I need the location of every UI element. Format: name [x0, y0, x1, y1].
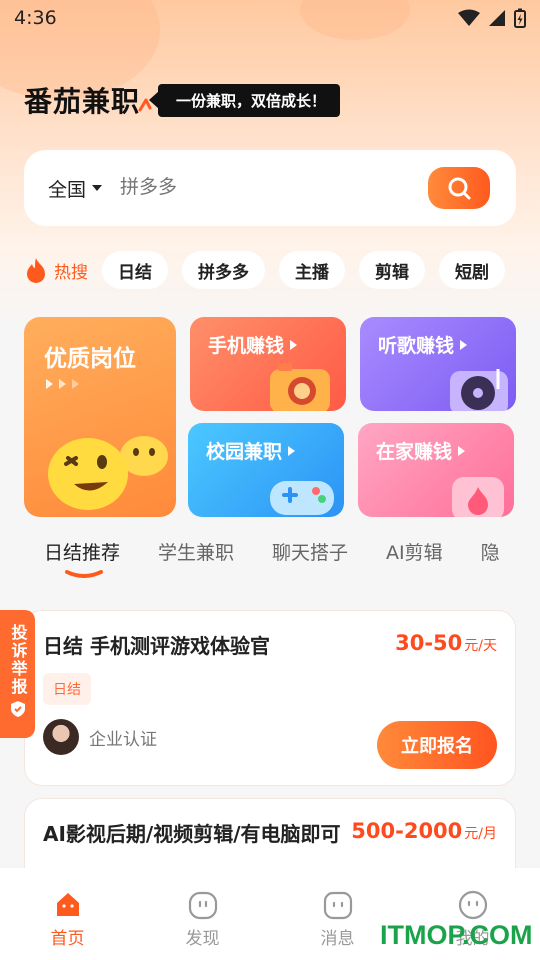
hot-tag[interactable]: 拼多多 — [182, 251, 265, 289]
hot-tag[interactable]: 日结 — [102, 251, 168, 289]
play-icon — [288, 445, 296, 456]
hot-search-row: 热搜 日结 拼多多 主播 剪辑 短剧 — [24, 250, 540, 290]
category-label: 在家赚钱 — [376, 441, 453, 463]
profile-icon — [458, 890, 487, 920]
message-icon — [323, 891, 352, 920]
smiley-emoji-icon — [48, 436, 168, 510]
nav-home[interactable]: 首页 — [0, 868, 135, 960]
company-verified-label: 企业认证 — [89, 729, 157, 750]
status-bar: 4:36 — [0, 0, 540, 36]
battery-icon — [514, 8, 526, 28]
category-card-campus[interactable]: 校园兼职 — [188, 423, 344, 517]
category-label: 听歌赚钱 — [378, 335, 455, 357]
slogan-badge: 一份兼职，双倍成长！ — [149, 83, 341, 117]
play-icon — [460, 339, 468, 350]
play-icon — [458, 445, 466, 456]
tab-hidden[interactable]: 隐 — [481, 538, 500, 578]
report-label: 投诉举报 — [8, 624, 28, 696]
gamepad-icon — [270, 481, 334, 515]
record-player-icon — [450, 369, 508, 411]
apply-button[interactable]: 立即报名 — [377, 721, 497, 769]
app-logo: 番茄兼职 — [24, 85, 141, 118]
job-salary: 500-2000 元/月 — [351, 819, 497, 843]
category-card-music[interactable]: 听歌赚钱 — [360, 317, 516, 411]
wifi-icon — [458, 9, 480, 26]
active-tab-indicator — [65, 570, 103, 578]
tab-ai-edit[interactable]: AI剪辑 — [386, 538, 443, 578]
job-card[interactable]: 日结 手机测评游戏体验官 30-50 元/天 日结 企业认证 立即报名 — [24, 610, 516, 786]
tab-chat[interactable]: 聊天搭子 — [272, 538, 348, 578]
avatar — [43, 719, 79, 755]
arrows-icon — [46, 379, 79, 389]
hot-search-label: 热搜 — [24, 257, 88, 283]
shield-icon — [10, 701, 25, 717]
job-salary: 30-50 元/天 — [395, 631, 497, 655]
hot-tag[interactable]: 主播 — [279, 251, 345, 289]
search-bar: 全国 — [24, 150, 516, 226]
category-label: 校园兼职 — [206, 441, 283, 463]
flame-sticker-icon — [452, 477, 504, 517]
hot-tag[interactable]: 剪辑 — [359, 251, 425, 289]
job-title: AI影视后期/视频剪辑/有电脑即可 — [43, 822, 341, 846]
category-card-home[interactable]: 在家赚钱 — [358, 423, 514, 517]
category-featured-label: 优质岗位 — [44, 346, 136, 372]
flame-icon — [27, 258, 45, 283]
search-button[interactable] — [428, 167, 490, 209]
category-card-phone[interactable]: 手机赚钱 — [190, 317, 346, 411]
category-label: 手机赚钱 — [208, 335, 285, 357]
home-icon — [56, 893, 79, 916]
search-input[interactable] — [120, 177, 428, 199]
status-icons — [458, 8, 526, 28]
category-tabs: 日结推荐 学生兼职 聊天搭子 AI剪辑 隐 — [44, 538, 540, 578]
job-title: 日结 手机测评游戏体验官 — [43, 634, 270, 658]
nav-discover[interactable]: 发现 — [135, 868, 270, 960]
category-featured-card[interactable]: 优质岗位 — [24, 317, 176, 517]
report-button[interactable]: 投诉举报 — [0, 610, 35, 738]
signal-icon — [489, 10, 505, 26]
search-icon — [448, 177, 471, 200]
job-tag: 日结 — [43, 673, 91, 705]
region-selector[interactable]: 全国 — [48, 175, 103, 202]
site-watermark: ITMOP.COM — [380, 920, 533, 950]
chevron-down-icon — [92, 185, 103, 191]
discover-icon — [188, 891, 217, 920]
hot-tag[interactable]: 短剧 — [439, 251, 505, 289]
company-info: 企业认证 — [43, 719, 157, 755]
region-label: 全国 — [48, 178, 87, 201]
tab-student[interactable]: 学生兼职 — [158, 538, 234, 578]
status-time: 4:36 — [14, 7, 57, 29]
brand-header: 番茄兼职 一份兼职，双倍成长！ — [24, 80, 341, 120]
camera-icon — [270, 363, 330, 411]
play-icon — [290, 339, 298, 350]
